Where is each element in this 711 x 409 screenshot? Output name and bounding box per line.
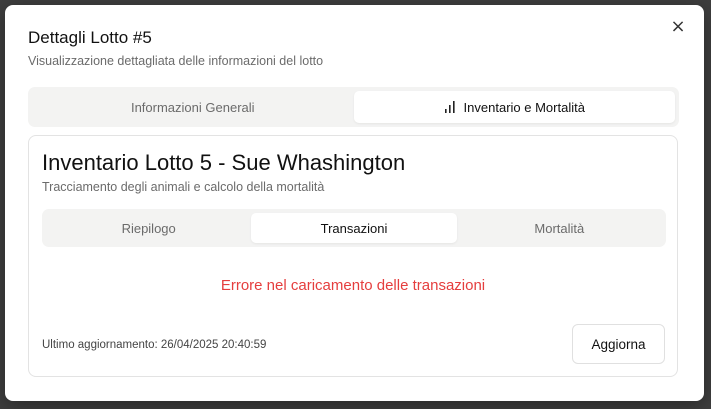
- lot-details-dialog: × Dettagli Lotto #5 Visualizzazione dett…: [5, 5, 704, 401]
- inventory-tabs: Riepilogo Transazioni Mortalità: [42, 209, 666, 247]
- close-icon[interactable]: ×: [668, 17, 688, 37]
- tab-inventory-mortality[interactable]: Inventario e Mortalità: [353, 91, 675, 123]
- main-tabs: Informazioni Generali Inventario e Morta…: [28, 87, 679, 127]
- transactions-error-message: Errore nel caricamento delle transazioni: [220, 277, 486, 294]
- dialog-title: Dettagli Lotto #5: [28, 28, 152, 47]
- tab-general-info-label: Informazioni Generali: [130, 99, 255, 115]
- tab-summary[interactable]: Riepilogo: [46, 213, 251, 243]
- tab-mortality[interactable]: Mortalità: [457, 213, 662, 243]
- refresh-button[interactable]: Aggiorna: [572, 324, 665, 364]
- inventory-subtitle: Tracciamento degli animali e calcolo del…: [42, 180, 325, 194]
- tab-general-info[interactable]: Informazioni Generali: [32, 91, 354, 123]
- tab-inventory-mortality-label: Inventario e Mortalità: [463, 99, 585, 115]
- last-update-text: Ultimo aggiornamento: 26/04/2025 20:40:5…: [42, 339, 267, 351]
- tab-transactions[interactable]: Transazioni: [251, 213, 457, 243]
- dialog-subtitle: Visualizzazione dettagliata delle inform…: [28, 54, 324, 68]
- inventory-title: Inventario Lotto 5 - Sue Whashington: [42, 150, 406, 175]
- inventory-card: Inventario Lotto 5 - Sue Whashington Tra…: [28, 135, 678, 377]
- bar-chart-icon: [444, 101, 456, 113]
